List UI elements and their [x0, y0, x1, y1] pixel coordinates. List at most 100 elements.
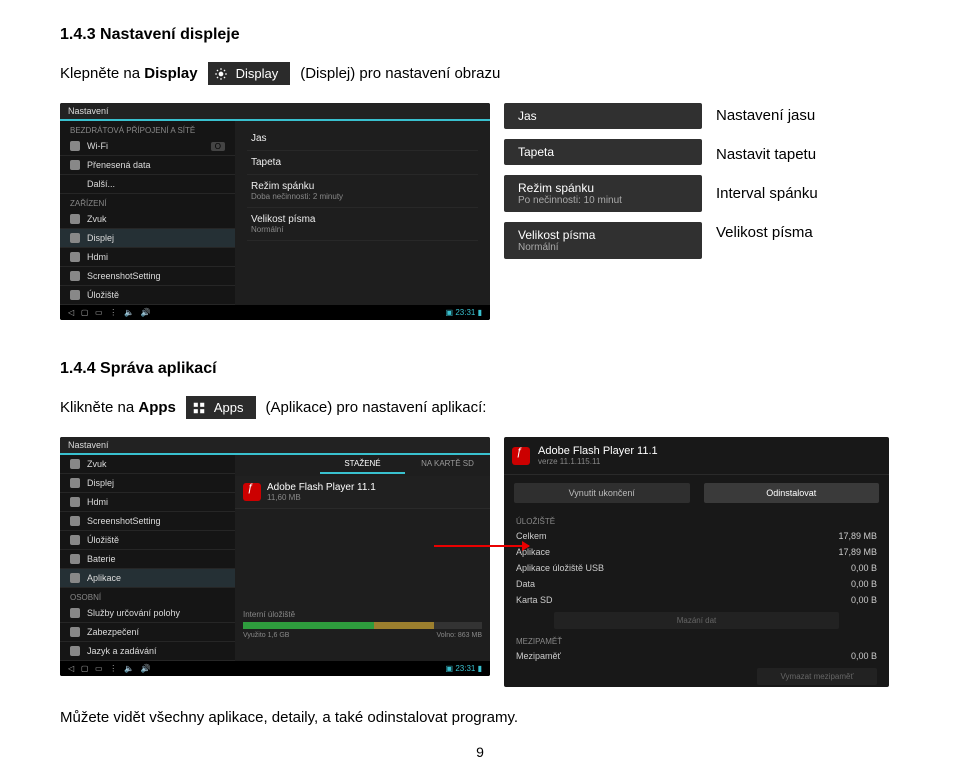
label: Velikost písma — [251, 214, 474, 225]
label: Interval spánku — [716, 185, 818, 202]
sidebar-item-language[interactable]: Jazyk a zadávání — [60, 642, 235, 661]
topbar-title: Nastavení — [68, 440, 109, 450]
label: Displej — [87, 478, 114, 488]
nav-icons[interactable]: ◁ ▢ ▭ ⋮ 🔈 🔊 — [68, 308, 151, 317]
storage-free-bar — [374, 622, 434, 629]
v: 17,89 MB — [838, 547, 877, 557]
label: Úložiště — [87, 535, 119, 545]
clock: 23:31 — [455, 308, 475, 317]
footer-text: Můžete vidět všechny aplikace, detaily, … — [60, 709, 900, 726]
label: Hdmi — [87, 252, 108, 262]
sidebar-item-display[interactable]: Displej — [60, 474, 235, 493]
popup-jas: Jas — [504, 103, 702, 129]
row-fontsize[interactable]: Velikost písmaNormální — [247, 208, 478, 241]
sidebar-item-screenshot[interactable]: ScreenshotSetting — [60, 512, 235, 531]
k: Data — [516, 579, 535, 589]
label: Úložiště — [87, 290, 119, 300]
clear-data-button[interactable]: Mazání dat — [554, 612, 839, 629]
nav-icons[interactable]: ◁ ▢ ▭ ⋮ 🔈 🔊 — [68, 664, 151, 673]
screenshot-apps-list: Nastavení Zvuk Displej Hdmi ScreenshotSe… — [60, 437, 490, 676]
intro-line-1: Klepněte na Display Display (Displej) pr… — [60, 62, 900, 85]
k: Aplikace úložiště USB — [516, 563, 604, 573]
label: ScreenshotSetting — [87, 271, 161, 281]
sidebar-item-storage[interactable]: Úložiště — [60, 531, 235, 550]
sidebar-item-location[interactable]: Služby určování polohy — [60, 604, 235, 623]
sidebar-item-wifi[interactable]: Wi-Fi O — [60, 137, 235, 156]
label: Velikost písma — [518, 228, 688, 242]
intro-line-2: Klikněte na Apps Apps (Aplikace) pro nas… — [60, 396, 900, 419]
location-icon — [70, 608, 80, 618]
wifi-toggle[interactable]: O — [211, 142, 225, 151]
tab[interactable]: NA KARTĚ SD — [405, 455, 490, 474]
sidebar-item-sound[interactable]: Zvuk — [60, 455, 235, 474]
chip-label: Display — [236, 66, 279, 81]
force-stop-button[interactable]: Vynutit ukončení — [514, 483, 690, 503]
tab-active[interactable]: STAŽENÉ — [320, 455, 405, 474]
apps-icon — [192, 401, 206, 415]
label: Služby určování polohy — [87, 608, 180, 618]
sidebar-item-hdmi[interactable]: Hdmi — [60, 248, 235, 267]
label: Wi-Fi — [87, 141, 108, 151]
hdmi-icon — [70, 497, 80, 507]
sidebar-item-more[interactable]: Další... — [60, 175, 235, 194]
annotation-labels: Nastavení jasu Nastavit tapetu Interval … — [716, 103, 818, 241]
sidebar-item-screenshot[interactable]: ScreenshotSetting — [60, 267, 235, 286]
label: Hdmi — [87, 497, 108, 507]
popup-velikost: Velikost písmaNormální — [504, 222, 702, 259]
sidebar-item-sound[interactable]: Zvuk — [60, 210, 235, 229]
sidebar-item-data[interactable]: Přenesená data — [60, 156, 235, 175]
row-sleep[interactable]: Režim spánkuDoba nečinnosti: 2 minuty — [247, 175, 478, 208]
v: 17,89 MB — [838, 531, 877, 541]
page-number: 9 — [60, 744, 900, 760]
popup-column: Jas Tapeta Režim spánkuPo nečinnosti: 10… — [504, 103, 702, 259]
label: Tapeta — [251, 157, 474, 168]
label: Zvuk — [87, 214, 107, 224]
storage-used-bar — [243, 622, 374, 629]
label: Aplikace — [87, 573, 121, 583]
heading-143: 1.4.3 Nastavení displeje — [60, 26, 900, 44]
label: Nastavení jasu — [716, 107, 818, 124]
k: Karta SD — [516, 595, 553, 605]
app-size: 11,60 MB — [267, 493, 376, 502]
tab[interactable] — [235, 455, 320, 474]
label: Přenesená data — [87, 160, 151, 170]
label: Jas — [251, 133, 474, 144]
screenshot-app-detail: Adobe Flash Player 11.1 verze 11.1.115.1… — [504, 437, 889, 687]
camera-icon — [70, 271, 80, 281]
row-brightness[interactable]: Jas — [247, 127, 478, 151]
sublabel: Normální — [518, 242, 688, 253]
sidebar-item-apps[interactable]: Aplikace — [60, 569, 235, 588]
sublabel: Po nečinnosti: 10 minut — [518, 195, 688, 206]
uninstall-button[interactable]: Odinstalovat — [704, 483, 880, 503]
clear-cache-button[interactable]: Vymazat mezipaměť — [757, 668, 877, 685]
sidebar-item-display[interactable]: Displej — [60, 229, 235, 248]
section-cache: MEZIPAMĚŤ — [504, 631, 889, 648]
apps-chip[interactable]: Apps — [186, 396, 256, 419]
sidebar-category: ZAŘÍZENÍ — [60, 194, 235, 210]
app-row[interactable]: Adobe Flash Player 11.1 11,60 MB — [235, 476, 490, 509]
text: (Displej) pro nastavení obrazu — [300, 65, 500, 82]
storage-icon — [70, 290, 80, 300]
label: Tapeta — [518, 145, 554, 159]
text-bold: Display — [144, 65, 197, 82]
picture-icon: ▣ — [446, 664, 454, 673]
label: Jas — [518, 109, 537, 123]
chip-label: Apps — [214, 400, 244, 415]
sidebar-item-storage[interactable]: Úložiště — [60, 286, 235, 305]
text: (Aplikace) pro nastavení aplikací: — [266, 399, 487, 416]
label: Další... — [87, 179, 115, 189]
picture-icon: ▣ — [446, 308, 454, 317]
section-storage: ÚLOŽIŠTĚ — [504, 511, 889, 528]
row-wallpaper[interactable]: Tapeta — [247, 151, 478, 175]
sidebar-category: BEZDRÁTOVÁ PŘÍPOJENÍ A SÍTĚ — [60, 121, 235, 137]
display-icon — [70, 233, 80, 243]
data-icon — [70, 160, 80, 170]
sound-icon — [70, 214, 80, 224]
sidebar-item-battery[interactable]: Baterie — [60, 550, 235, 569]
heading-144: 1.4.4 Správa aplikací — [60, 360, 900, 378]
display-chip[interactable]: Display — [208, 62, 291, 85]
sidebar-item-security[interactable]: Zabezpečení — [60, 623, 235, 642]
sidebar-item-hdmi[interactable]: Hdmi — [60, 493, 235, 512]
storage-label: Interní úložiště — [243, 610, 295, 619]
storage-free: Volno: 863 MB — [436, 632, 482, 639]
